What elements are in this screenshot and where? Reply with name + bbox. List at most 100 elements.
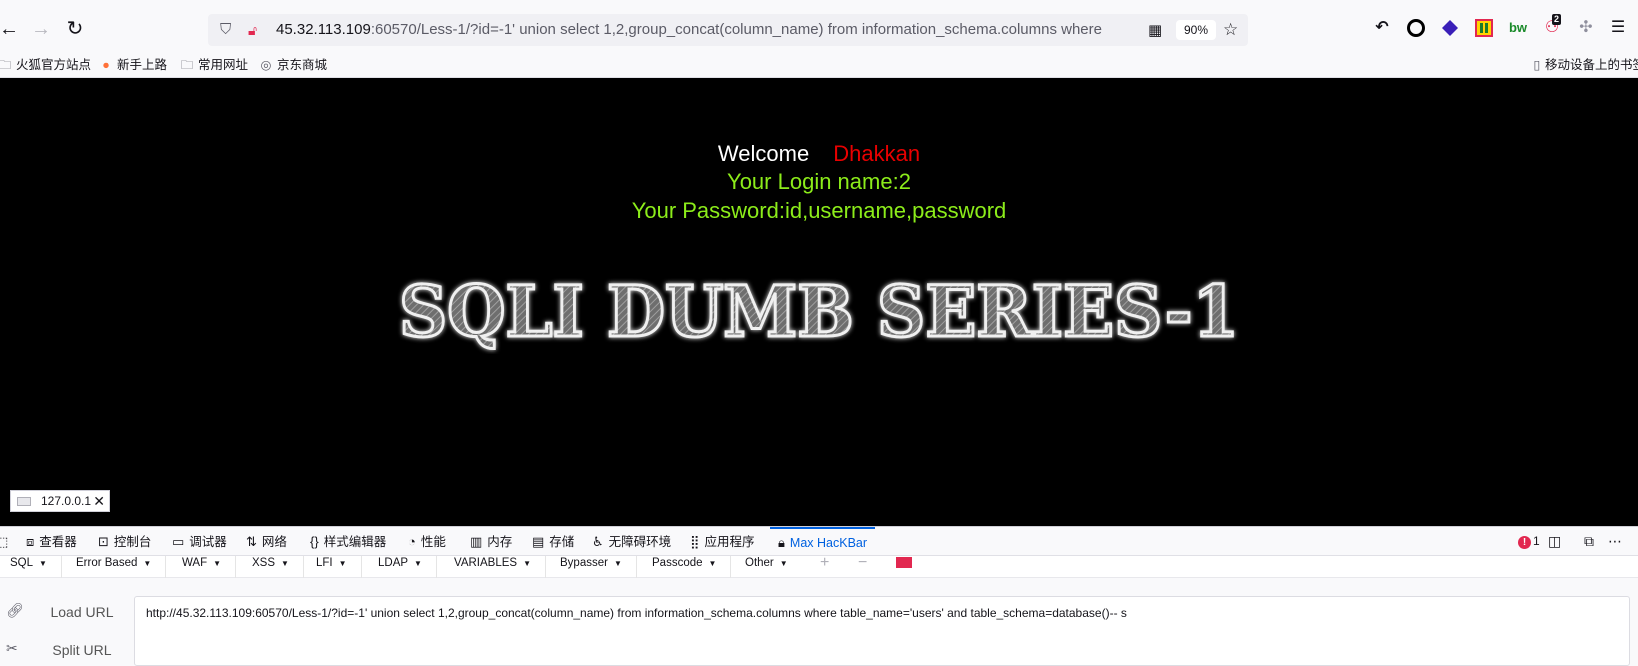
- url-host: 45.32.113.109: [276, 21, 371, 38]
- zoom-level-button[interactable]: 90%: [1176, 20, 1217, 40]
- history-back-icon[interactable]: ↶: [1370, 16, 1394, 40]
- flag-icon: [17, 497, 31, 506]
- menu-ldap[interactable]: LDAP ▼: [378, 556, 437, 578]
- qr-code-icon[interactable]: ▦: [1148, 21, 1162, 39]
- menu-sql[interactable]: SQL ▼: [10, 556, 62, 578]
- firefox-icon: ●: [102, 58, 110, 72]
- tab-label: 内存: [487, 535, 513, 549]
- tab-memory[interactable]: ▥ 内存: [470, 527, 512, 556]
- tab-label: 调试器: [189, 535, 227, 549]
- tab-label: 性能: [420, 535, 446, 549]
- inspector-icon: ⧈: [26, 534, 35, 549]
- banner-image: SQLI DUMB SERIES-1: [0, 274, 1638, 354]
- extension-badge-icon[interactable]: ⚇ 2: [1540, 14, 1564, 40]
- menu-variables[interactable]: VARIABLES ▼: [454, 556, 546, 578]
- mobile-icon: ▯: [1533, 58, 1541, 72]
- flag-icon[interactable]: [896, 557, 912, 568]
- forward-icon[interactable]: →: [28, 16, 54, 42]
- reload-icon[interactable]: ↻: [62, 16, 88, 42]
- tab-label: 查看器: [39, 535, 77, 549]
- bookmark-item[interactable]: 🗀 火狐官方站点: [0, 56, 91, 74]
- dock-side-icon[interactable]: ⧉: [1584, 533, 1594, 550]
- folder-icon: 🗀: [0, 58, 12, 72]
- tracking-shield-icon[interactable]: ⛉: [220, 21, 238, 39]
- bookmark-star-icon[interactable]: ☆: [1223, 20, 1238, 40]
- close-icon[interactable]: ✕: [93, 491, 105, 511]
- bookmark-item[interactable]: ▯ 移动设备上的书签: [1532, 56, 1638, 74]
- insecure-lock-icon[interactable]: 🔓︎: [248, 21, 266, 39]
- browser-toolbar: ← → ↻ ⛉ 🔓︎ 45.32.113.109:60570/Less-1/?i…: [0, 0, 1638, 52]
- caret-down-icon: ▼: [708, 559, 717, 568]
- folder-icon: 🗀: [180, 58, 194, 72]
- tab-label: 应用程序: [704, 535, 755, 549]
- welcome-line: Welcome Dhakkan: [0, 140, 1638, 168]
- menu-passcode[interactable]: Passcode ▼: [652, 556, 732, 578]
- caret-down-icon: ▼: [523, 559, 531, 568]
- menu-label: Error Based: [76, 557, 138, 569]
- load-url-button[interactable]: Load URL: [36, 604, 128, 620]
- extension-bw-icon[interactable]: bw: [1506, 16, 1530, 40]
- menu-label: Passcode: [652, 557, 703, 569]
- bookmark-item[interactable]: 🗀 常用网址: [179, 56, 248, 74]
- error-count-badge[interactable]: ! 1: [1518, 534, 1540, 549]
- login-name-text: Your Login name:2: [727, 169, 911, 194]
- globe-icon: ◎: [260, 58, 272, 72]
- menu-bypasser[interactable]: Bypasser ▼: [560, 556, 637, 578]
- tab-storage[interactable]: ▤ 存储: [532, 527, 574, 556]
- memory-icon: ▥: [470, 534, 483, 549]
- welcome-text: Welcome: [717, 141, 810, 166]
- tab-network[interactable]: ⇅ 网络: [246, 527, 287, 556]
- menu-error-based[interactable]: Error Based ▼: [76, 556, 167, 578]
- bookmarks-toolbar: 🗀 火狐官方站点 ● 新手上路 🗀 常用网址 ◎ 京东商城 ▯ 移动设备上的书签: [0, 52, 1638, 78]
- tab-label: 样式编辑器: [323, 535, 387, 549]
- plus-icon[interactable]: +: [820, 555, 829, 571]
- minus-icon[interactable]: −: [858, 555, 867, 571]
- address-bar[interactable]: ⛉ 🔓︎ 45.32.113.109:60570/Less-1/?id=-1' …: [208, 14, 1248, 46]
- element-picker-icon[interactable]: ⬚: [0, 527, 13, 556]
- bookmark-label: 常用网址: [198, 58, 249, 72]
- tab-application[interactable]: ⣿ 应用程序: [690, 527, 755, 556]
- url-text[interactable]: 45.32.113.109:60570/Less-1/?id=-1' union…: [276, 21, 1106, 39]
- performance-icon: ◔: [408, 534, 416, 549]
- sidebar-toggle-icon[interactable]: ◫: [1548, 533, 1561, 550]
- menu-label: LDAP: [378, 557, 409, 569]
- bookmark-item[interactable]: ◎ 京东商城: [258, 56, 327, 74]
- bookmark-label: 移动设备上的书签: [1545, 58, 1638, 72]
- tab-inspector[interactable]: ⧈ 查看器: [26, 527, 77, 556]
- menu-xss[interactable]: XSS ▼: [252, 556, 304, 578]
- tab-console[interactable]: ⊡ 控制台: [98, 527, 151, 556]
- tab-accessibility[interactable]: ♿︎ 无障碍环境: [592, 527, 671, 556]
- menu-waf[interactable]: WAF ▼: [182, 556, 237, 578]
- menu-other[interactable]: Other ▼: [745, 556, 802, 578]
- url-path: :60570/Less-1/?id=-1' union select 1,2,g…: [370, 21, 1106, 38]
- devtools-toolbar: ⬚ ⧈ 查看器 ⊡ 控制台 ▭ 调试器 ⇅ 网络 {} 样式编辑器 ◔ 性能 ▥ 内存 ▤ 存储…: [0, 526, 1638, 556]
- menu-label: Bypasser: [560, 557, 608, 569]
- split-url-button[interactable]: Split URL: [36, 642, 128, 658]
- tab-debugger[interactable]: ▭ 调试器: [172, 527, 227, 556]
- extension-cube-icon[interactable]: [1438, 16, 1462, 40]
- caret-down-icon: ▼: [143, 559, 152, 568]
- tab-style-editor[interactable]: {} 样式编辑器: [310, 527, 386, 556]
- extension-circle-icon[interactable]: [1404, 16, 1428, 40]
- caret-down-icon: ▼: [39, 559, 47, 568]
- application-icon: ⣿: [690, 534, 700, 549]
- extension-n-icon[interactable]: [1472, 16, 1496, 40]
- hackbar-icon: 🔒︎: [778, 535, 785, 550]
- accessibility-icon: ♿︎: [592, 534, 604, 549]
- bookmark-label: 京东商城: [277, 58, 328, 72]
- url-textarea[interactable]: http://45.32.113.109:60570/Less-1/?id=-1…: [134, 596, 1630, 666]
- more-options-icon[interactable]: ⋯: [1608, 533, 1622, 550]
- menu-icon[interactable]: ☰: [1606, 16, 1630, 40]
- caret-down-icon: ▼: [779, 559, 788, 568]
- password-text: Your Password:id,username,password: [631, 198, 1007, 223]
- debugger-icon: ▭: [172, 534, 185, 549]
- tab-performance[interactable]: ◔ 性能: [408, 527, 446, 556]
- error-icon: !: [1518, 536, 1531, 549]
- back-icon[interactable]: ←: [0, 16, 22, 42]
- tab-max-hackbar[interactable]: 🔒︎ Max HacKBar: [770, 527, 876, 556]
- bookmark-item[interactable]: ● 新手上路: [98, 56, 167, 74]
- caret-down-icon: ▼: [414, 559, 422, 568]
- menu-lfi[interactable]: LFI ▼: [316, 556, 362, 578]
- tab-label: 网络: [261, 535, 287, 549]
- extensions-puzzle-icon[interactable]: ✣: [1574, 16, 1598, 40]
